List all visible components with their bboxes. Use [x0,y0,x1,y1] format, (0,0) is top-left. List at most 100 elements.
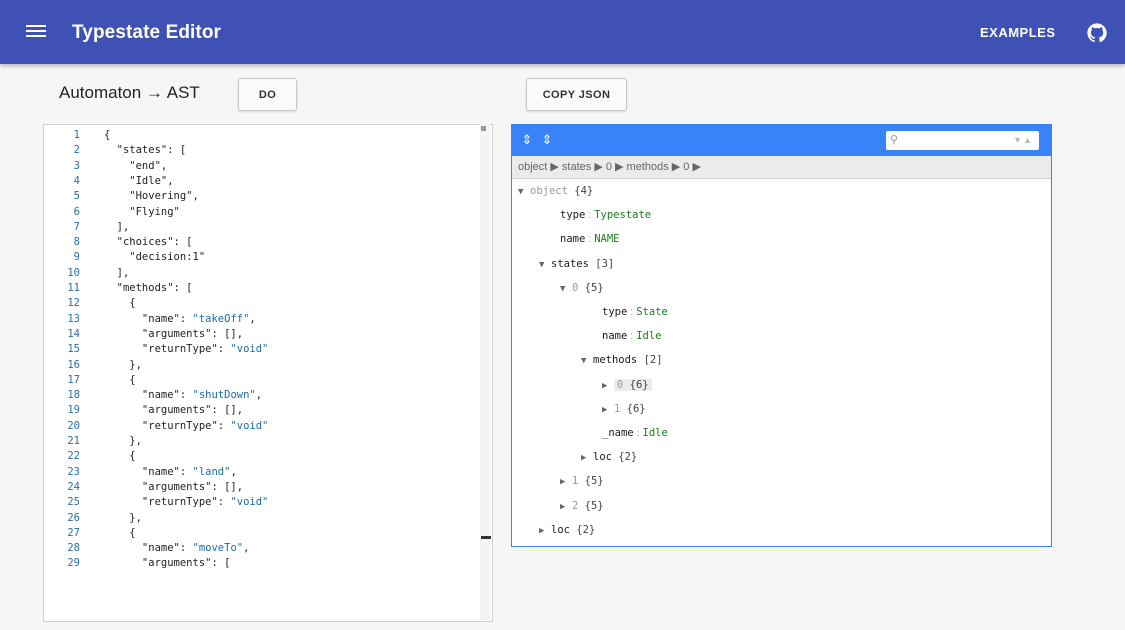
code-line: 25 "returnType": "void" [44,495,484,510]
tree-node-count: {5} [578,499,604,512]
expand-all-icon[interactable]: ⇕ [520,133,534,147]
tree-node[interactable]: ▶ loc {2} [581,445,637,469]
code-text: "name": "moveTo", [104,542,250,555]
tree-node-separator: : [630,330,634,343]
code-text: }, [104,511,142,524]
tree-node: _name: Idle [602,421,668,445]
code-text: "arguments": [], [104,404,244,417]
tree-node[interactable]: ▼ states [3] [539,252,614,276]
tree-node-separator: : [588,233,592,246]
collapse-all-icon[interactable]: ⇕ [540,133,554,147]
expand-toggle-icon[interactable]: ▶ [602,374,614,398]
code-line: 3 "end", [44,159,484,174]
line-number: 24 [67,480,80,493]
line-number: 26 [67,511,80,524]
tree-node[interactable]: ▼ 0 {5} [560,276,604,300]
tree-node: type: State [602,300,668,324]
github-icon[interactable] [1086,22,1108,44]
json-tree-viewer: ⇕ ⇕ ⚲ ▼▲ object ▶ states ▶ 0 ▶ methods ▶… [511,124,1052,547]
split-drag-handle[interactable] [481,536,491,539]
tree-node-value[interactable]: Typestate [594,209,651,221]
editor-scrollbar[interactable] [480,124,490,620]
tree-node-key[interactable]: _name [602,427,634,439]
tree-node-key[interactable]: loc [551,524,570,536]
code-text: "choices": [ [104,236,193,249]
app-bar: Typestate Editor EXAMPLES [0,0,1125,64]
line-number: 13 [67,312,80,325]
tree-node-value[interactable]: Idle [643,427,668,439]
tree-node[interactable]: ▶ 2 {5} [560,494,604,518]
code-line: 7 ], [44,220,484,235]
breadcrumb[interactable]: object ▶ states ▶ 0 ▶ methods ▶ 0 ▶ [512,156,1051,179]
code-line: 12 { [44,296,484,311]
code-line: 21 }, [44,434,484,449]
code-line: 22 { [44,449,484,464]
code-line: 23 "name": "land", [44,465,484,480]
code-text: "decision:1" [104,251,206,264]
tree-node-key[interactable]: name [560,233,585,245]
tree-node-value[interactable]: NAME [594,233,619,245]
tree-node-key[interactable]: name [602,330,627,342]
code-text: ], [104,220,130,233]
line-number: 16 [67,358,80,371]
expand-toggle-icon[interactable]: ▶ [539,519,551,543]
do-button[interactable]: DO [238,78,297,111]
expand-toggle-icon[interactable]: ▶ [560,470,572,494]
tree-node[interactable]: ▶ 1 {5} [560,469,604,493]
tree-node-value[interactable]: Idle [636,330,661,342]
line-number: 22 [67,450,80,463]
collapse-toggle-icon[interactable]: ▼ [518,180,530,204]
code-text: "name": "takeOff", [104,312,256,325]
line-number: 15 [67,343,80,356]
line-number: 25 [67,496,80,509]
tree-node-separator: : [636,427,640,439]
tree-node[interactable]: ▶ 0 {6} [602,373,652,397]
tree-node[interactable]: ▶ 1 {6} [602,397,646,421]
tree-node-key[interactable]: type [602,306,627,318]
editor-resize-grip[interactable] [481,126,486,131]
line-number: 14 [67,327,80,340]
code-line: 20 "returnType": "void" [44,419,484,434]
expand-toggle-icon[interactable]: ▶ [581,446,593,470]
line-number: 9 [73,251,80,264]
code-text: "returnType": "void" [104,496,269,509]
line-number: 19 [67,404,80,417]
collapse-toggle-icon[interactable]: ▼ [539,253,551,277]
tree-node-value[interactable]: State [636,306,668,318]
code-text: "end", [104,159,168,172]
viewer-toolbar: ⇕ ⇕ ⚲ ▼▲ [512,125,1051,156]
tree-node-key[interactable]: loc [593,451,612,463]
tree-node-key[interactable]: states [551,258,589,270]
tree-node-separator: : [588,209,592,222]
code-line: 11 "methods": [ [44,281,484,296]
examples-button[interactable]: EXAMPLES [980,25,1056,40]
tree-node-count: {6} [620,402,646,415]
expand-toggle-icon[interactable]: ▶ [602,398,614,422]
code-line: 18 "name": "shutDown", [44,388,484,403]
tree-node-key[interactable]: methods [593,354,637,366]
collapse-toggle-icon[interactable]: ▼ [560,277,572,301]
code-line: 28 "name": "moveTo", [44,541,484,556]
tree-node[interactable]: ▼ object {4} [518,179,593,203]
tree-node[interactable]: ▼ methods [2] [581,348,663,372]
menu-icon[interactable] [26,22,46,42]
tree-node-count: {5} [578,475,604,488]
page-heading: Automaton → AST [59,83,200,102]
tree-node[interactable]: ▶ loc {2} [539,518,595,542]
code-text: { [104,297,136,310]
line-number: 2 [73,144,80,157]
line-number: 29 [67,557,80,570]
copy-json-button[interactable]: COPY JSON [526,78,627,111]
collapse-toggle-icon[interactable]: ▼ [581,349,593,373]
tree-node-key[interactable]: object [530,185,568,197]
expand-toggle-icon[interactable]: ▶ [560,495,572,519]
code-text: { [104,373,136,386]
search-nav-icon[interactable]: ▼▲ [1013,135,1033,145]
tree-node-key[interactable]: type [560,209,585,221]
code-line: 5 "Hovering", [44,189,484,204]
code-text: "Idle", [104,174,174,187]
json-code-editor[interactable]: 1{2 "states": [3 "end", 4 "Idle", 5 "Hover… [43,124,493,622]
line-number: 20 [67,419,80,432]
search-input[interactable]: ⚲ ▼▲ [886,131,1039,150]
tree-node-count: [3] [588,257,615,270]
